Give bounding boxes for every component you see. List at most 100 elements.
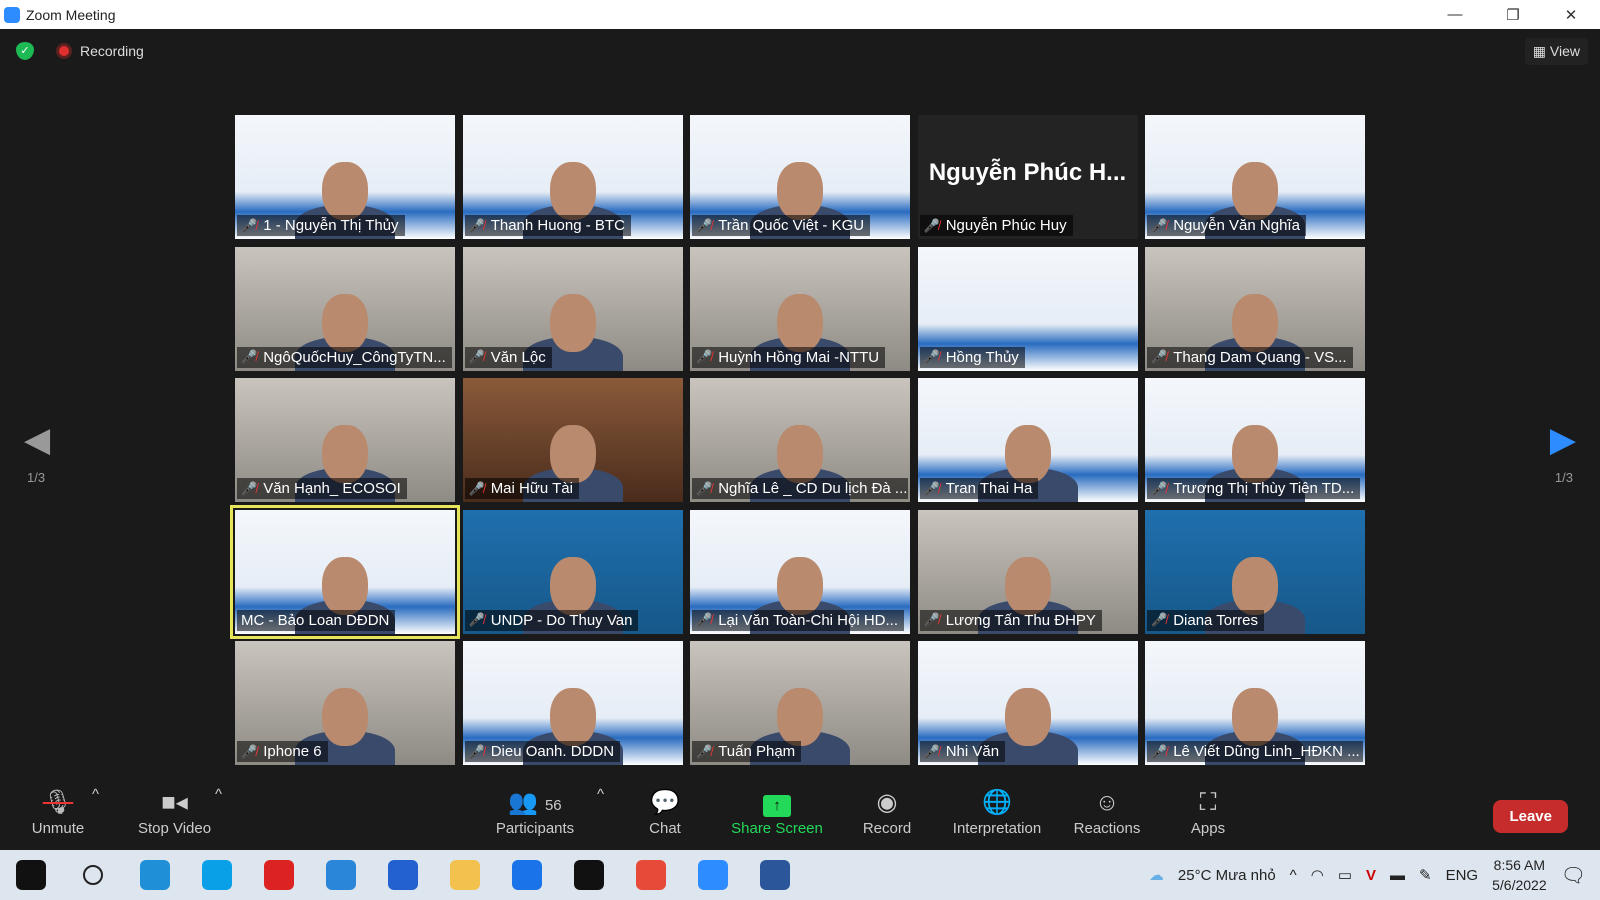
next-page-arrow-icon[interactable]: ▶: [1550, 420, 1576, 460]
participant-tile[interactable]: 🎤̸ Thanh Huong - BTC: [462, 115, 683, 239]
participant-tile[interactable]: 🎤̸ Diana Torres: [1145, 509, 1365, 634]
participant-tile[interactable]: 🎤̸ Văn Hạnh_ ECOSOI: [235, 378, 455, 502]
chat-button[interactable]: 💬 Chat: [645, 786, 685, 837]
participant-tile[interactable]: 🎤̸ Mai Hữu Tài: [462, 378, 683, 502]
clock[interactable]: 8:56 AM 5/6/2022: [1492, 855, 1547, 895]
battery-icon[interactable]: ▬: [1390, 867, 1405, 884]
participant-video-face: [777, 556, 823, 615]
participant-name-tag: 🎤̸ UNDP - Do Thuy Van: [464, 609, 639, 631]
gift-icon: [264, 860, 294, 890]
security-shield-icon[interactable]: ✓: [16, 42, 34, 60]
participant-name: UNDP - Do Thuy Van: [490, 611, 633, 629]
participant-name-tag: 🎤̸ Lại Văn Toàn-Chi Hội HD...: [692, 609, 904, 631]
participant-name-tag: 🎤̸ Mai Hữu Tài: [464, 478, 579, 499]
meet-now-icon[interactable]: ▭: [1338, 866, 1352, 884]
pen-icon[interactable]: ✎: [1419, 866, 1432, 884]
skype-taskbar-icon[interactable]: [186, 850, 248, 900]
system-tray: ☁ 25°C Mưa nhỏ ^ ◠ ▭ V ▬ ✎ ENG 8:56 AM 5…: [1149, 850, 1600, 900]
participant-tile[interactable]: 🎤̸ Dieu Oanh. DDDN: [462, 641, 683, 765]
participant-tile[interactable]: 🎤̸ Văn Lộc: [462, 246, 683, 371]
antivirus-icon[interactable]: V: [1366, 867, 1376, 884]
participant-name: Văn Hạnh_ ECOSOI: [263, 480, 401, 497]
restore-button[interactable]: ❐: [1484, 0, 1542, 29]
participants-icon: 👥: [508, 789, 539, 816]
participant-video-face: [549, 425, 596, 484]
unmute-button[interactable]: 🎙 Unmute: [28, 786, 88, 837]
participant-video-face: [549, 162, 596, 221]
participant-tile[interactable]: MC - Bảo Loan DĐDN: [230, 504, 460, 639]
zoom-taskbar-icon[interactable]: [682, 850, 744, 900]
recording-indicator[interactable]: ✓ Recording: [16, 42, 144, 60]
participant-video-face: [322, 688, 368, 747]
participant-name: NgôQuốcHuy_CôngTyTN...: [263, 348, 446, 366]
muted-mic-icon: 🎤̸: [923, 217, 940, 233]
participant-name: Nguyễn Phúc Huy: [945, 217, 1067, 234]
title-bar: Zoom Meeting — ❐ ✕: [0, 0, 1600, 29]
reactions-button[interactable]: ☺ Reactions: [1073, 786, 1141, 837]
stop-video-button[interactable]: ■◂ Stop Video: [132, 786, 217, 837]
notifications-icon[interactable]: 🗨: [1561, 863, 1586, 888]
share-screen-button[interactable]: ↑ Share Screen: [730, 786, 824, 837]
zoom-logo-icon: [4, 6, 20, 23]
record-button[interactable]: ◉ Record: [862, 786, 912, 837]
muted-mic-icon: 🎤̸: [1151, 349, 1168, 364]
participant-tile[interactable]: 🎤̸ Nghĩa Lê _ CD Du lịch Đà ...: [690, 378, 910, 502]
windows-start-taskbar-icon[interactable]: [0, 850, 62, 900]
zalo-taskbar-icon[interactable]: [496, 850, 558, 900]
participant-name-tag: 🎤̸ Trần Quốc Việt - KGU: [692, 215, 871, 236]
participant-tile[interactable]: 🎤̸ Tuấn Phạm: [690, 641, 910, 765]
weather-text[interactable]: 25°C Mưa nhỏ: [1178, 867, 1276, 884]
wifi-icon[interactable]: ◠: [1311, 866, 1324, 884]
minimize-button[interactable]: —: [1426, 0, 1484, 29]
interpretation-button[interactable]: 🌐 Interpretation: [947, 786, 1047, 837]
video-options-caret[interactable]: ^: [215, 786, 222, 803]
participant-tile[interactable]: 🎤̸ Nguyễn Văn Nghĩa: [1145, 115, 1365, 239]
participant-tile[interactable]: 🎤̸ 1 - Nguyễn Thị Thủy: [235, 115, 455, 239]
participant-tile[interactable]: 🎤̸ Huỳnh Hồng Mai -NTTU: [690, 246, 910, 371]
participant-name: Lương Tấn Thu ĐHPY: [945, 611, 1096, 629]
participant-tile[interactable]: 🎤̸ Hồng Thủy: [917, 246, 1138, 371]
chrome-taskbar-icon[interactable]: [620, 850, 682, 900]
language-indicator[interactable]: ENG: [1446, 867, 1479, 884]
muted-mic-icon: 🎤̸: [1151, 480, 1168, 496]
muted-mic-icon: 🎤̸: [468, 480, 485, 496]
participant-tile[interactable]: 🎤̸ Trần Quốc Việt - KGU: [690, 115, 910, 239]
pdf-taskbar-icon[interactable]: [372, 850, 434, 900]
file-explorer-taskbar-icon[interactable]: [434, 850, 496, 900]
unmute-label: Unmute: [31, 820, 85, 837]
participant-tile[interactable]: 🎤̸ Nhi Văn: [917, 641, 1138, 765]
webex-taskbar-icon[interactable]: [558, 850, 620, 900]
participants-button[interactable]: 👥 56 Participants: [492, 786, 578, 837]
apps-button[interactable]: ⛶ Apps: [1188, 786, 1228, 837]
participant-video-face: [777, 425, 823, 484]
close-button[interactable]: ✕: [1542, 0, 1600, 29]
word-taskbar-icon[interactable]: [744, 850, 806, 900]
edge-taskbar-icon[interactable]: [124, 850, 186, 900]
participant-tile[interactable]: 🎤̸ Lại Văn Toàn-Chi Hội HD...: [690, 509, 910, 634]
weather-icon[interactable]: ☁: [1149, 866, 1164, 884]
muted-mic-icon: 🎤̸: [923, 349, 940, 364]
participant-name-tag: 🎤̸ Nhi Văn: [919, 741, 1006, 762]
participant-tile[interactable]: 🎤̸ Lê Viết Dũng Linh_HĐKN ...: [1145, 641, 1365, 765]
participant-tile[interactable]: Nguyễn Phúc H... 🎤̸ Nguyễn Phúc Huy: [917, 115, 1138, 239]
participant-video-face: [1232, 556, 1278, 615]
previous-page-arrow-icon[interactable]: ◀: [24, 420, 50, 460]
gift-taskbar-icon[interactable]: [248, 850, 310, 900]
search-icon: [83, 865, 103, 885]
participant-tile[interactable]: 🎤̸ UNDP - Do Thuy Van: [462, 509, 683, 634]
participants-options-caret[interactable]: ^: [597, 786, 604, 803]
participant-video-face: [1232, 425, 1278, 484]
participant-tile[interactable]: 🎤̸ Lương Tấn Thu ĐHPY: [917, 509, 1138, 634]
leave-button[interactable]: Leave: [1493, 800, 1568, 833]
participant-tile[interactable]: 🎤̸ NgôQuốcHuy_CôngTyTN...: [235, 246, 455, 371]
participant-tile[interactable]: 🎤̸ Tran Thai Ha: [917, 378, 1138, 502]
mail-taskbar-icon[interactable]: [310, 850, 372, 900]
participant-tile[interactable]: 🎤̸ Iphone 6: [235, 641, 455, 765]
search-taskbar-icon[interactable]: [62, 850, 124, 900]
view-button[interactable]: ▦ View: [1524, 38, 1588, 65]
participant-tile[interactable]: 🎤̸ Thang Dam Quang - VS...: [1145, 246, 1365, 371]
audio-options-caret[interactable]: ^: [92, 786, 99, 803]
show-hidden-icons-caret[interactable]: ^: [1290, 867, 1297, 884]
participant-tile[interactable]: 🎤̸ Trương Thị Thùy Tiên TD...: [1145, 378, 1365, 502]
participant-name-tag: 🎤̸ 1 - Nguyễn Thị Thủy: [237, 215, 405, 236]
